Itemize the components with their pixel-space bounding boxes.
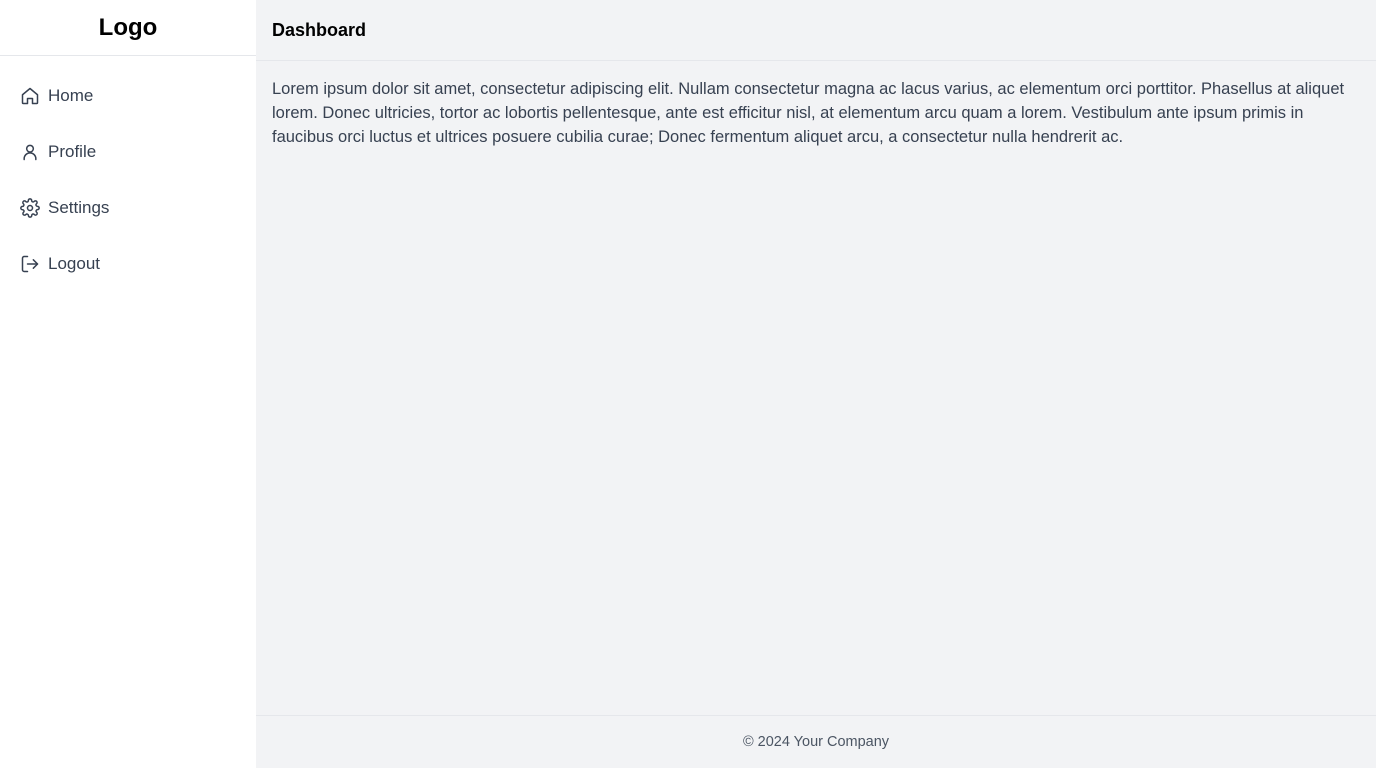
page-title: Dashboard	[272, 19, 367, 40]
home-icon	[20, 86, 40, 106]
sidebar-item-home[interactable]: Home	[0, 68, 256, 124]
sidebar-nav: Home Profile Settings Logout	[0, 56, 256, 292]
body-text: Lorem ipsum dolor sit amet, consectetur …	[272, 80, 1345, 146]
app-shell: Logo Home Profile Settings Logout Dashbo…	[0, 0, 1376, 768]
gear-icon	[20, 198, 40, 218]
copyright-text: © 2024 Your Company	[742, 734, 890, 750]
content-area: Lorem ipsum dolor sit amet, consectetur …	[256, 61, 1376, 715]
footer: © 2024 Your Company	[256, 715, 1376, 768]
sidebar-item-settings[interactable]: Settings	[0, 180, 256, 236]
sidebar-item-profile[interactable]: Profile	[0, 124, 256, 180]
main-area: Dashboard Lorem ipsum dolor sit amet, co…	[256, 0, 1376, 768]
sidebar: Logo Home Profile Settings Logout	[0, 0, 256, 768]
sidebar-item-label: Profile	[48, 142, 97, 161]
sidebar-item-label: Home	[48, 86, 94, 105]
sidebar-item-label: Logout	[48, 254, 100, 273]
logout-icon	[20, 254, 40, 274]
logo[interactable]: Logo	[0, 0, 256, 56]
user-icon	[20, 142, 40, 162]
sidebar-item-logout[interactable]: Logout	[0, 236, 256, 292]
header: Dashboard	[256, 0, 1376, 61]
sidebar-item-label: Settings	[48, 198, 110, 217]
